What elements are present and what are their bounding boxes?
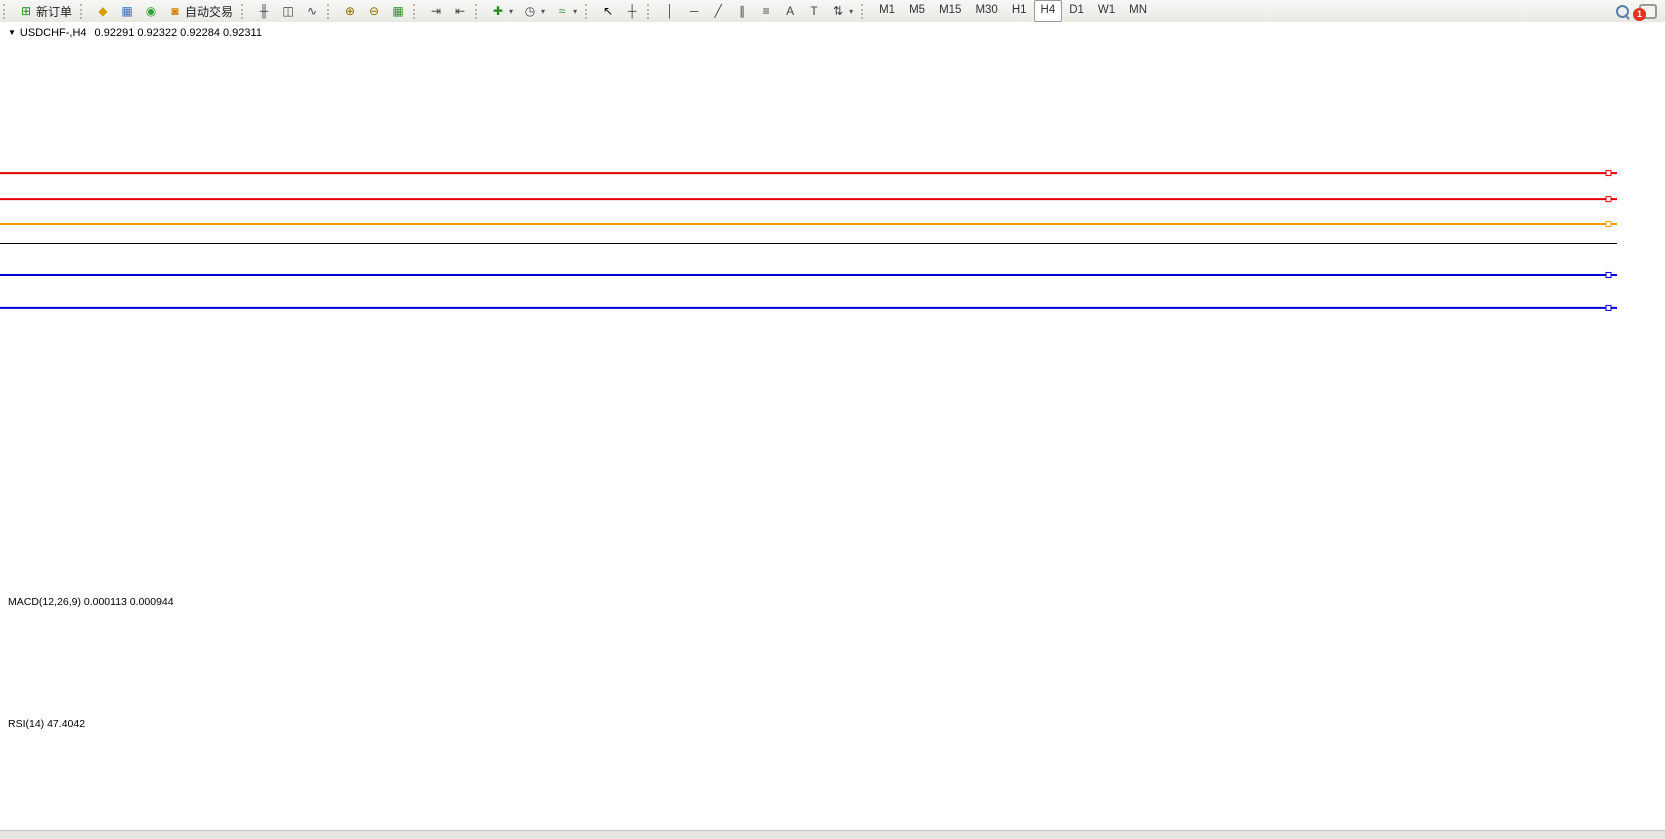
crosshair-button[interactable]: ┼ [620,0,644,22]
candlestick-chart-button[interactable]: ◫ [276,0,300,22]
indicators-icon: ✚ [491,5,505,17]
timeframe-button-D1[interactable]: D1 [1062,0,1091,22]
trendline-icon: ╱ [711,5,725,17]
tile-windows-button[interactable]: ▦ [386,0,410,22]
toolbar-grip [647,4,654,19]
timeframe-button-M1[interactable]: M1 [872,0,902,22]
fibonacci-button[interactable]: ≡ [754,0,778,22]
horizontal-line-button[interactable]: ─ [682,0,706,22]
top-toolbar: ⊞新订单◆▦◉◙自动交易╫◫∿⊕⊖▦⇥⇤✚▾◷▾≈▾↖┼│─╱∥≡AT⇅▾M1M… [0,0,1665,23]
bar-chart-icon: ╫ [257,5,271,17]
rsi-label: RSI(14) 47.4042 [8,718,85,730]
zoom-in-button[interactable]: ⊕ [338,0,362,22]
toolbar-grip [861,4,868,19]
tile-windows-icon: ▦ [391,5,405,17]
profiles-button[interactable]: ◆ [91,0,115,22]
chevron-down-icon[interactable]: ▾ [849,7,853,16]
toolbar-grip [475,4,482,19]
label-icon: T [807,5,821,17]
text-icon: A [783,5,797,17]
chevron-down-icon[interactable]: ▾ [509,7,513,16]
toolbar-grip [80,4,87,19]
vertical-line-button[interactable]: │ [658,0,682,22]
price-chart[interactable] [0,22,1665,830]
auto-scroll-button[interactable]: ⇥ [424,0,448,22]
toolbar-grip [3,4,10,19]
macd-label: MACD(12,26,9) 0.000113 0.000944 [8,596,174,608]
trendline-button[interactable]: ╱ [706,0,730,22]
chart-title: ▼ USDCHF-,H4 0.92291 0.92322 0.92284 0.923… [8,27,262,39]
chart-ohlc-values: 0.92291 0.92322 0.92284 0.92311 [95,27,262,39]
timeframe-button-M15[interactable]: M15 [932,0,968,22]
auto-trading-button[interactable]: ◙自动交易 [163,0,238,22]
toolbar-grip [241,4,248,19]
profiles-icon: ◆ [96,5,110,17]
chart-symbol-label: USDCHF-,H4 [20,27,87,39]
line-chart-button[interactable]: ∿ [300,0,324,22]
periods-icon: ◷ [523,5,537,17]
vline-icon: │ [663,5,677,17]
fibo-icon: ≡ [759,5,773,17]
timeframe-button-W1[interactable]: W1 [1091,0,1122,22]
zoom-out-button[interactable]: ⊖ [362,0,386,22]
zoom-in-icon: ⊕ [343,5,357,17]
text-label-button[interactable]: T [802,0,826,22]
text-button[interactable]: A [778,0,802,22]
cursor-button[interactable]: ↖ [596,0,620,22]
timeframe-button-H4[interactable]: H4 [1034,0,1063,22]
line-chart-icon: ∿ [305,5,319,17]
candlestick-icon: ◫ [281,5,295,17]
periods-button[interactable]: ◷▾ [518,0,550,22]
timeframe-button-H1[interactable]: H1 [1005,0,1034,22]
new-order-button-label: 新订单 [36,3,72,20]
market-watch-icon: ▦ [120,5,134,17]
templates-button[interactable]: ≈▾ [550,0,582,22]
zoom-out-icon: ⊖ [367,5,381,17]
timeframe-button-MN[interactable]: MN [1122,0,1154,22]
arrows-button[interactable]: ⇅▾ [826,0,858,22]
symbol-dropdown-icon[interactable]: ▼ [8,28,16,37]
chevron-down-icon[interactable]: ▾ [573,7,577,16]
timeframe-button-M5[interactable]: M5 [902,0,932,22]
chart-shift-button[interactable]: ⇤ [448,0,472,22]
indicators-button[interactable]: ✚▾ [486,0,518,22]
hline-icon: ─ [687,5,701,17]
auto-scroll-icon: ⇥ [429,5,443,17]
notification-badge: 1 [1633,8,1646,21]
channel-button[interactable]: ∥ [730,0,754,22]
toolbar-grip [327,4,334,19]
new-order-button[interactable]: ⊞新订单 [14,0,77,22]
new-order-icon: ⊞ [19,5,33,17]
market-watch-button[interactable]: ▦ [115,0,139,22]
chevron-down-icon[interactable]: ▾ [541,7,545,16]
cursor-icon: ↖ [601,5,615,17]
timeframe-button-M30[interactable]: M30 [968,0,1004,22]
signal-icon: ◉ [144,5,158,17]
crosshair-icon: ┼ [625,5,639,17]
notifications-icon[interactable]: 1 [1639,4,1657,19]
toolbar-grip [413,4,420,19]
bar-chart-button[interactable]: ╫ [252,0,276,22]
templates-icon: ≈ [555,5,569,17]
auto-trading-icon: ◙ [168,5,182,17]
toolbar-grip [585,4,592,19]
chart-shift-icon: ⇤ [453,5,467,17]
signal-button[interactable]: ◉ [139,0,163,22]
chart-window: ▼ USDCHF-,H4 0.92291 0.92322 0.92284 0.923… [0,22,1665,838]
channel-icon: ∥ [735,5,749,17]
auto-trading-button-label: 自动交易 [185,3,233,20]
arrows-icon: ⇅ [831,5,845,17]
search-icon[interactable] [1616,5,1629,18]
